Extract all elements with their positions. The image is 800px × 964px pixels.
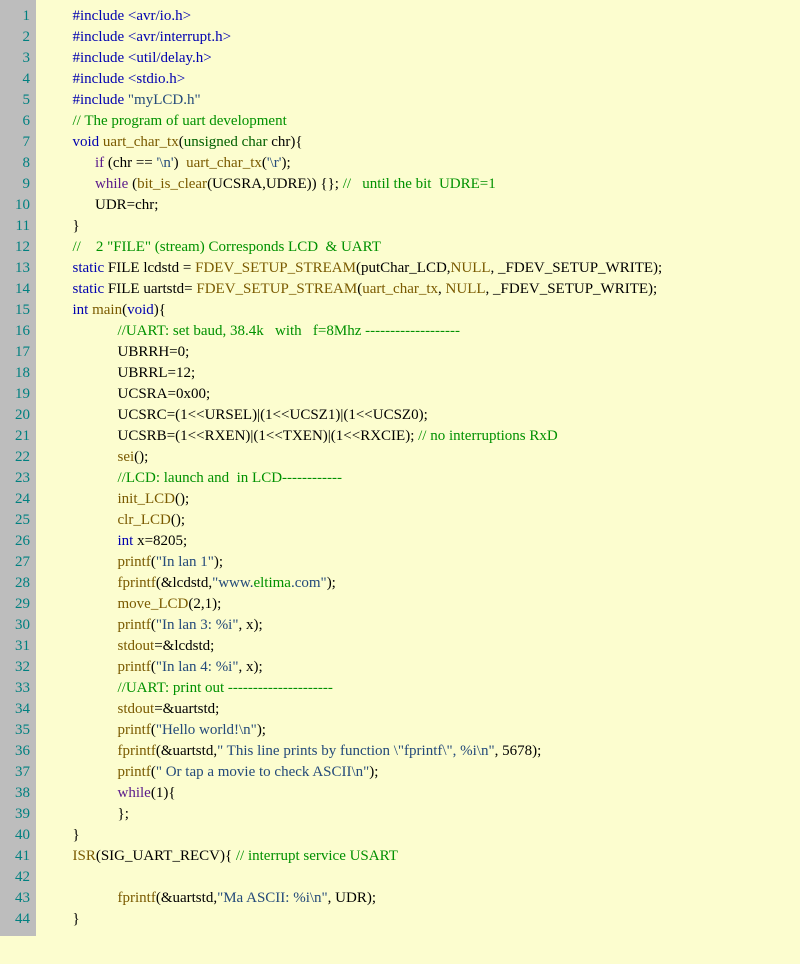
code-line: while(1){ <box>50 783 662 804</box>
code-line: // The program of uart development <box>50 111 662 132</box>
code-editor: 1234567891011121314151617181920212223242… <box>0 0 800 936</box>
line-number: 11 <box>4 216 30 237</box>
code-line: stdout=&lcdstd; <box>50 636 662 657</box>
code-line: #include <util/delay.h> <box>50 48 662 69</box>
line-number: 43 <box>4 888 30 909</box>
line-number: 35 <box>4 720 30 741</box>
line-number: 12 <box>4 237 30 258</box>
code-line: UCSRC=(1<<URSEL)|(1<<UCSZ1)|(1<<UCSZ0); <box>50 405 662 426</box>
line-number: 26 <box>4 531 30 552</box>
code-line: static FILE uartstd= FDEV_SETUP_STREAM(u… <box>50 279 662 300</box>
code-line: static FILE lcdstd = FDEV_SETUP_STREAM(p… <box>50 258 662 279</box>
line-number: 39 <box>4 804 30 825</box>
code-line: //LCD: launch and in LCD------------ <box>50 468 662 489</box>
code-line: printf("In lan 4: %i", x); <box>50 657 662 678</box>
line-number: 29 <box>4 594 30 615</box>
line-number: 15 <box>4 300 30 321</box>
code-line: printf("In lan 1"); <box>50 552 662 573</box>
code-line: if (chr == '\n') uart_char_tx('\r'); <box>50 153 662 174</box>
code-line: stdout=&uartstd; <box>50 699 662 720</box>
code-line: //UART: print out --------------------- <box>50 678 662 699</box>
code-line: #include "myLCD.h" <box>50 90 662 111</box>
line-number: 31 <box>4 636 30 657</box>
line-number: 20 <box>4 405 30 426</box>
code-line: sei(); <box>50 447 662 468</box>
code-line: //UART: set baud, 38.4k with f=8Mhz ----… <box>50 321 662 342</box>
line-number: 41 <box>4 846 30 867</box>
code-line: while (bit_is_clear(UCSRA,UDRE)) {}; // … <box>50 174 662 195</box>
line-number: 28 <box>4 573 30 594</box>
code-line: #include <stdio.h> <box>50 69 662 90</box>
line-number: 27 <box>4 552 30 573</box>
code-line: #include <avr/interrupt.h> <box>50 27 662 48</box>
code-line: // 2 "FILE" (stream) Corresponds LCD & U… <box>50 237 662 258</box>
line-number: 23 <box>4 468 30 489</box>
code-line: UCSRB=(1<<RXEN)|(1<<TXEN)|(1<<RXCIE); //… <box>50 426 662 447</box>
code-line: ISR(SIG_UART_RECV){ // interrupt service… <box>50 846 662 867</box>
line-number: 19 <box>4 384 30 405</box>
code-line: move_LCD(2,1); <box>50 594 662 615</box>
line-number: 21 <box>4 426 30 447</box>
line-number: 40 <box>4 825 30 846</box>
code-line: } <box>50 216 662 237</box>
line-number: 44 <box>4 909 30 930</box>
line-number: 10 <box>4 195 30 216</box>
code-line: printf(" Or tap a movie to check ASCII\n… <box>50 762 662 783</box>
line-number: 37 <box>4 762 30 783</box>
code-line: clr_LCD(); <box>50 510 662 531</box>
line-number: 16 <box>4 321 30 342</box>
line-number: 14 <box>4 279 30 300</box>
code-line <box>50 867 662 888</box>
line-number: 3 <box>4 48 30 69</box>
line-number: 30 <box>4 615 30 636</box>
code-line: fprintf(&uartstd,"Ma ASCII: %i\n", UDR); <box>50 888 662 909</box>
code-line: init_LCD(); <box>50 489 662 510</box>
line-number: 42 <box>4 867 30 888</box>
line-number-gutter: 1234567891011121314151617181920212223242… <box>0 0 36 936</box>
line-number: 17 <box>4 342 30 363</box>
code-line: UBRRH=0; <box>50 342 662 363</box>
code-line: printf("In lan 3: %i", x); <box>50 615 662 636</box>
code-line: } <box>50 909 662 930</box>
line-number: 9 <box>4 174 30 195</box>
code-line: }; <box>50 804 662 825</box>
line-number: 18 <box>4 363 30 384</box>
code-line: void uart_char_tx(unsigned char chr){ <box>50 132 662 153</box>
line-number: 1 <box>4 6 30 27</box>
code-line: } <box>50 825 662 846</box>
code-line: UBRRL=12; <box>50 363 662 384</box>
line-number: 36 <box>4 741 30 762</box>
line-number: 7 <box>4 132 30 153</box>
line-number: 32 <box>4 657 30 678</box>
code-line: #include <avr/io.h> <box>50 6 662 27</box>
code-area: #include <avr/io.h> #include <avr/interr… <box>36 0 670 936</box>
line-number: 24 <box>4 489 30 510</box>
code-line: UCSRA=0x00; <box>50 384 662 405</box>
code-line: printf("Hello world!\n"); <box>50 720 662 741</box>
line-number: 8 <box>4 153 30 174</box>
line-number: 25 <box>4 510 30 531</box>
line-number: 13 <box>4 258 30 279</box>
line-number: 38 <box>4 783 30 804</box>
line-number: 4 <box>4 69 30 90</box>
code-line: UDR=chr; <box>50 195 662 216</box>
code-line: fprintf(&lcdstd,"www.eltima.com"); <box>50 573 662 594</box>
line-number: 22 <box>4 447 30 468</box>
line-number: 5 <box>4 90 30 111</box>
code-line: int x=8205; <box>50 531 662 552</box>
line-number: 34 <box>4 699 30 720</box>
line-number: 2 <box>4 27 30 48</box>
code-line: fprintf(&uartstd," This line prints by f… <box>50 741 662 762</box>
line-number: 6 <box>4 111 30 132</box>
code-line: int main(void){ <box>50 300 662 321</box>
line-number: 33 <box>4 678 30 699</box>
